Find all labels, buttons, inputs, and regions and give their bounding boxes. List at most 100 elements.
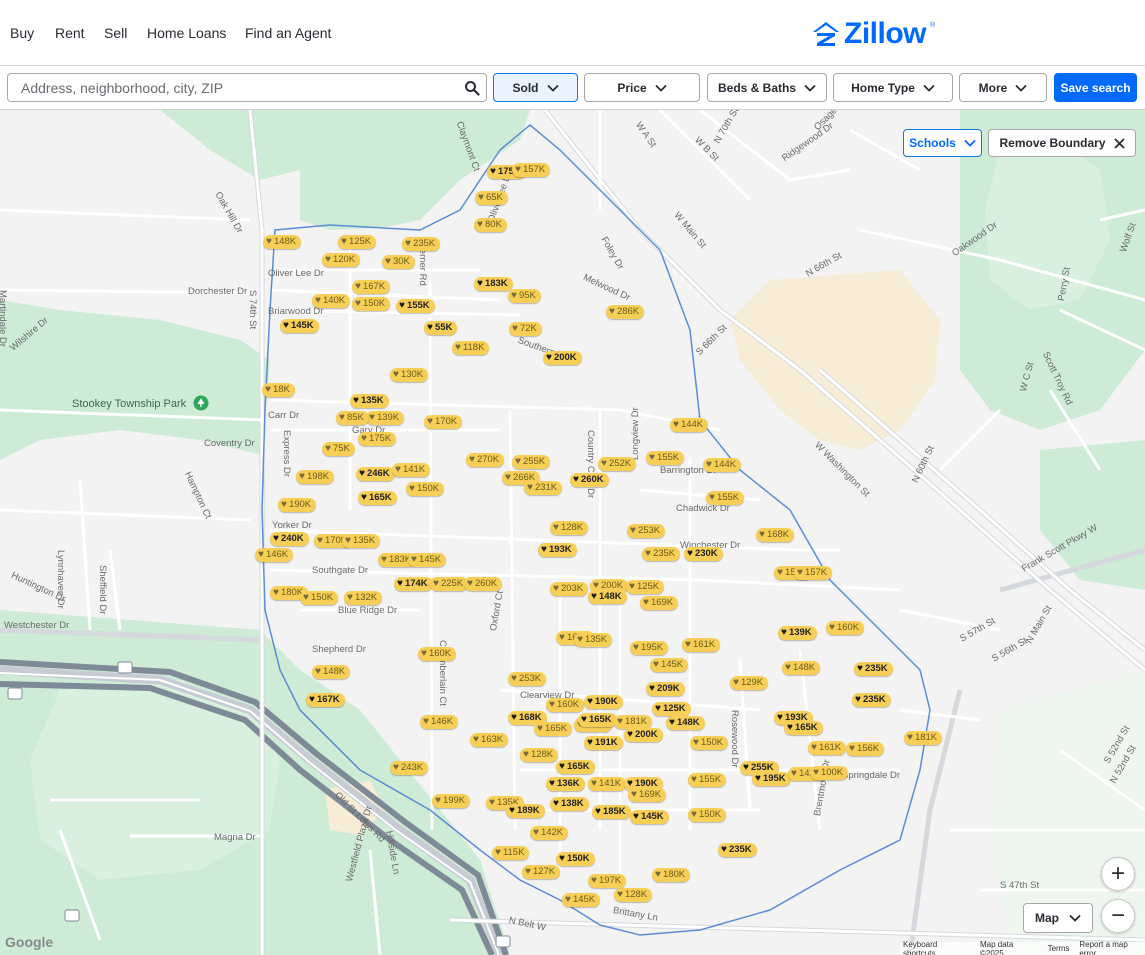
heart-icon[interactable]: ♥ [549,777,555,791]
heart-icon[interactable]: ♥ [907,731,913,745]
price-pin[interactable]: ♥ 225K [430,577,469,591]
price-pin[interactable]: ♥ 120K [322,253,361,267]
heart-icon[interactable]: ♥ [303,591,309,605]
price-pin[interactable]: ♥ 129K [730,676,769,690]
price-pin[interactable]: ♥ 146K [420,715,459,729]
price-pin[interactable]: ♥ 255K [512,455,551,469]
price-pin[interactable]: ♥ 128K [520,748,559,762]
heart-icon[interactable]: ♥ [617,715,623,729]
price-pin[interactable]: ♥ 148K [588,590,627,604]
nav-sell[interactable]: Sell [104,25,127,41]
heart-icon[interactable]: ♥ [317,534,323,548]
price-pin[interactable]: ♥ 200K [543,351,582,365]
heart-icon[interactable]: ♥ [655,868,661,882]
heart-icon[interactable]: ♥ [511,711,517,725]
heart-icon[interactable]: ♥ [325,253,331,267]
terms-link[interactable]: Terms [1048,944,1070,953]
remove-boundary-button[interactable]: Remove Boundary [988,129,1136,157]
heart-icon[interactable]: ♥ [385,255,391,269]
heart-icon[interactable]: ♥ [693,736,699,750]
price-pin[interactable]: ♥ 195K [752,772,791,786]
heart-icon[interactable]: ♥ [781,626,787,640]
price-pin[interactable]: ♥ 30K [382,255,415,269]
price-pin[interactable]: ♥ 193K [538,543,577,557]
price-pin[interactable]: ♥ 175K [358,432,397,446]
heart-icon[interactable]: ♥ [797,566,803,580]
zillow-logo[interactable]: Zillow ® [812,17,935,50]
heart-icon[interactable]: ♥ [721,843,727,857]
heart-icon[interactable]: ♥ [273,586,279,600]
heart-icon[interactable]: ♥ [509,804,515,818]
price-pin[interactable]: ♥ 145K [280,319,319,333]
heart-icon[interactable]: ♥ [609,305,615,319]
heart-icon[interactable]: ♥ [361,432,367,446]
price-pin[interactable]: ♥ 125K [626,580,665,594]
price-pin[interactable]: ♥ 161K [808,741,847,755]
heart-icon[interactable]: ♥ [427,321,433,335]
heart-icon[interactable]: ♥ [669,716,675,730]
heart-icon[interactable]: ♥ [687,547,693,561]
heart-icon[interactable]: ♥ [533,826,539,840]
heart-icon[interactable]: ♥ [315,665,321,679]
heart-icon[interactable]: ♥ [759,528,765,542]
heart-icon[interactable]: ♥ [258,548,264,562]
price-pin[interactable]: ♥ 253K [627,524,666,538]
heart-icon[interactable]: ♥ [490,165,496,179]
heart-icon[interactable]: ♥ [633,810,639,824]
heart-icon[interactable]: ♥ [553,582,559,596]
heart-icon[interactable]: ♥ [353,394,359,408]
heart-icon[interactable]: ♥ [281,498,287,512]
price-pin[interactable]: ♥ 125K [338,235,377,249]
price-pin[interactable]: ♥ 235K [718,843,757,857]
heart-icon[interactable]: ♥ [559,852,565,866]
price-pin[interactable]: ♥165K [556,760,595,774]
heart-icon[interactable]: ♥ [495,846,501,860]
nav-home-loans[interactable]: Home Loans [147,25,226,41]
heart-icon[interactable]: ♥ [411,553,417,567]
price-pin[interactable]: ♥ 160K [826,621,865,635]
price-pin[interactable]: ♥ 135K [342,534,381,548]
heart-icon[interactable]: ♥ [515,163,521,177]
heart-icon[interactable]: ♥ [829,621,835,635]
price-pin[interactable]: ♥ 235K [854,662,893,676]
price-pin[interactable]: ♥ 270K [466,453,505,467]
price-filter-button[interactable]: Price [584,73,700,102]
heart-icon[interactable]: ♥ [630,524,636,538]
search-input[interactable] [8,74,448,101]
price-pin[interactable]: ♥ 55K [424,321,458,335]
heart-icon[interactable]: ♥ [577,633,583,647]
heart-icon[interactable]: ♥ [673,418,679,432]
price-pin[interactable]: ♥ 118K [452,341,490,355]
price-pin[interactable]: ♥ 95K [508,289,541,303]
nav-buy[interactable]: Buy [10,25,34,41]
heart-icon[interactable]: ♥ [341,235,347,249]
price-pin[interactable]: ♥ 150K [300,591,339,605]
heart-icon[interactable]: ♥ [553,521,559,535]
heart-icon[interactable]: ♥ [559,760,565,774]
price-pin[interactable]: ♥ 115K [492,846,530,860]
report-error-link[interactable]: Report a map error [1079,940,1145,955]
heart-icon[interactable]: ♥ [733,676,739,690]
price-pin[interactable]: ♥ 148K [666,716,705,730]
map-type-button[interactable]: Map [1023,903,1093,933]
heart-icon[interactable]: ♥ [309,693,315,707]
heart-icon[interactable]: ♥ [617,888,623,902]
price-pin[interactable]: ♥ 157K [512,163,551,177]
price-pin[interactable]: ♥ 160K [546,698,585,712]
heart-icon[interactable]: ♥ [537,722,543,736]
price-pin[interactable]: ♥ 183K [474,277,513,291]
price-pin[interactable]: ♥ 156K [846,742,885,756]
heart-icon[interactable]: ♥ [325,442,331,456]
price-pin[interactable]: ♥ 195K [630,641,669,655]
heart-icon[interactable]: ♥ [405,237,411,251]
heart-icon[interactable]: ♥ [791,767,797,781]
price-pin[interactable]: ♥155K [646,451,685,465]
heart-icon[interactable]: ♥ [527,481,533,495]
price-pin[interactable]: ♥ 191K [584,736,623,750]
heart-icon[interactable]: ♥ [427,415,433,429]
price-pin[interactable]: ♥ 235K [642,547,681,561]
price-pin[interactable]: ♥ 85K [336,411,369,425]
price-pin[interactable]: ♥ 125K [652,702,691,716]
price-pin[interactable]: ♥165K [578,713,617,727]
price-pin[interactable]: ♥ 198K [296,470,335,484]
